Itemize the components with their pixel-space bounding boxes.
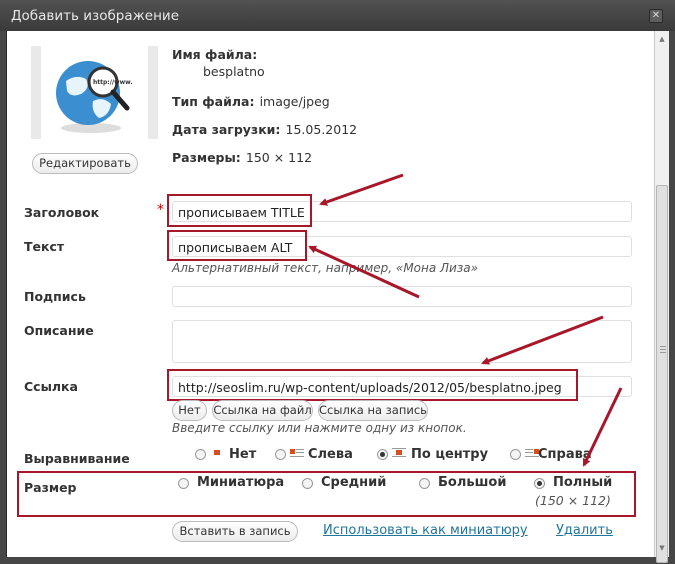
dialog-content: http://www. Имя файла: besplatno Тип фай…: [6, 31, 654, 557]
titlebar: Добавить изображение ✕: [0, 0, 675, 31]
close-icon[interactable]: ✕: [649, 9, 663, 23]
media-dialog: Добавить изображение ✕ http://www. Имя ф…: [0, 0, 675, 564]
arrow-to-alt: [308, 245, 420, 299]
scroll-down-icon[interactable]: ▼: [657, 543, 667, 553]
window-title: Добавить изображение: [11, 8, 179, 24]
arrow-to-link: [481, 315, 604, 365]
scroll-thumb[interactable]: [656, 185, 668, 563]
scroll-up-icon[interactable]: ▲: [657, 34, 667, 44]
arrow-to-size: [582, 387, 623, 467]
arrow-to-title: [319, 173, 404, 206]
annotation-arrows: [308, 173, 623, 467]
scrollbar[interactable]: ▲ ▼: [654, 31, 669, 563]
